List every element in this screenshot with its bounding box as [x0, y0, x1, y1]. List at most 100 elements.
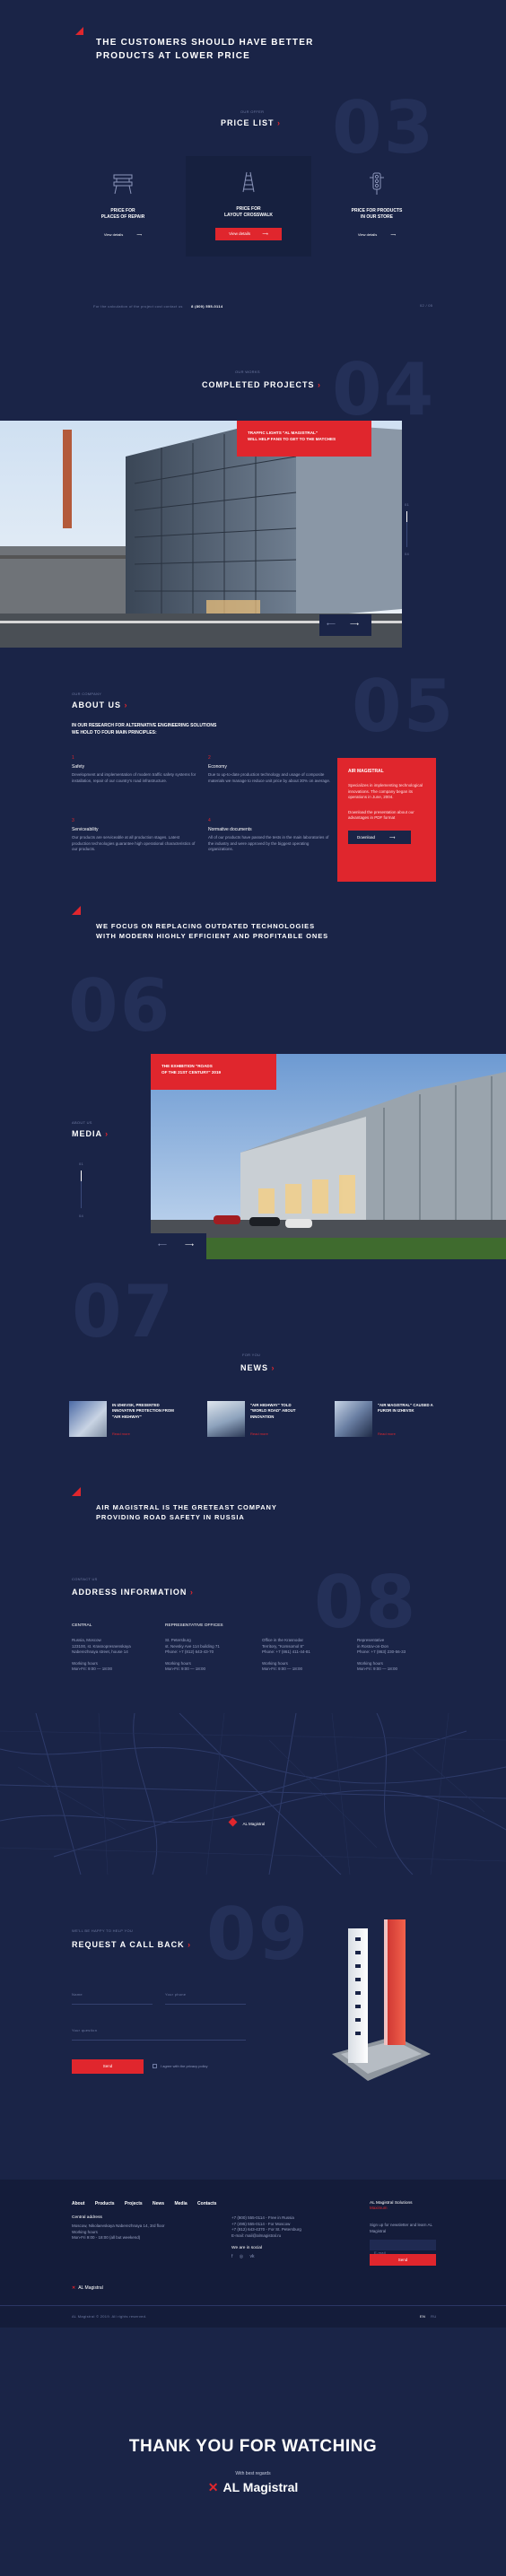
social-icons: f ◎ vk [231, 2254, 348, 2259]
news-more-link[interactable]: Read more [112, 1432, 130, 1436]
card-line2: IN OUR STORE [360, 214, 394, 220]
project-caption: TRAFFIC LIGHTS "AL MAGISTRAL" WILL HELP … [237, 421, 371, 457]
logo-icon: ✕ [72, 2285, 76, 2291]
news-more-link[interactable]: Read more [378, 1432, 396, 1436]
news-more-link[interactable]: Read more [250, 1432, 268, 1436]
lang-ru[interactable]: RU [431, 2314, 436, 2319]
consent-label: I agree with the privacy policy [161, 2064, 208, 2068]
section-number: 05 [352, 665, 456, 748]
price-phone: 8 (800) 555-0114 [191, 304, 223, 309]
media-section: WE FOCUS ON REPLACING OUTDATED TECHNOLOG… [0, 901, 506, 1278]
lang-en[interactable]: EN [420, 2314, 425, 2319]
hero-title-line1: THE CUSTOMERS SHOULD HAVE BETTER [96, 38, 314, 48]
hours-value: Mon-Fri: 9:00 — 18:00 [165, 1667, 206, 1671]
section-title: PRICE LIST › [221, 118, 282, 127]
map-pin-icon [228, 1817, 238, 1827]
copyright: AL Magistral © 2019. All rights reserved… [72, 2314, 147, 2319]
arrow-right-icon[interactable]: ⟶ [350, 621, 359, 628]
address-section: 08 CONTACT US ADDRESS INFORMATION › CENT… [0, 1543, 506, 1884]
hero-title-line2: PRODUCTS AT LOWER PRICE [96, 51, 251, 61]
city-map[interactable] [0, 1713, 506, 1875]
view-details-link[interactable]: View details [104, 232, 123, 237]
slider-counter-bottom: 04 [405, 552, 410, 556]
principle-number: 4 [208, 818, 211, 823]
projects-section: 04 OUR WORKS COMPLETED PROJECTS › TRAFFI… [0, 327, 506, 650]
news-section: 07 FOR YOU NEWS › IN IZHEVSK, PRESENTED … [0, 1270, 506, 1453]
address-column: REPRESENTATIVE OFFICES St. Petersburg st… [165, 1623, 255, 1673]
consent-checkbox[interactable]: I agree with the privacy policy [153, 2064, 208, 2069]
address-line: Mon-Fri 9:00 - 18:00 (all but weekend) [72, 2235, 141, 2240]
footer-nav-products[interactable]: Products [95, 2201, 115, 2206]
arrow-right-icon: ⟶ [389, 834, 396, 840]
price-card-crosswalk[interactable]: PRICE FOR LAYOUT CROSSWALK View details ⟶ [186, 156, 311, 257]
about-card: AIR MAGISTRAL Specializes in implementin… [337, 758, 436, 882]
principle-1: 1 Safety Development and implementation … [72, 755, 197, 784]
hours-value: Mon-Fri: 9:00 — 18:00 [357, 1667, 398, 1671]
arrow-right-icon[interactable]: ⟶ [185, 1241, 194, 1249]
address-line: Phone: +7 (861) 411-44-81 [262, 1649, 310, 1654]
price-card-repair[interactable]: PRICE FOR PLACES OF REPAIR View details ⟶ [78, 160, 168, 249]
slogan-line1: WE FOCUS ON REPLACING OUTDATED TECHNOLOG… [96, 922, 315, 930]
phone-field[interactable]: Your phone [165, 1984, 246, 2005]
view-details-button[interactable]: View details ⟶ [215, 228, 282, 240]
address-head: CENTRAL [72, 1623, 92, 1628]
news-thumb [69, 1401, 107, 1437]
subscribe-email-field[interactable]: E-mail [370, 2240, 436, 2255]
about-card-text2: Download the presentation about our adva… [348, 809, 414, 821]
address-head [262, 1623, 347, 1632]
news-title: "AIR MAGISTRAL" CAUSED A FUROR IN IZHEVS… [378, 1403, 433, 1414]
footer-address: Central address Moscow, Nikolaevskaya Na… [72, 2215, 206, 2241]
price-card-store[interactable]: PRICE FOR PRODUCTS IN OUR STORE View deta… [332, 160, 422, 249]
footer-nav-contacts[interactable]: Contacts [197, 2201, 216, 2206]
principle-title: Normative documents [208, 827, 252, 832]
thanks-title: THANK YOU FOR WATCHING [128, 2437, 378, 2456]
address-column: Office in the Krasnodar Territory, "Koms… [262, 1623, 347, 1673]
address-column: Representative in Rostov-on-Don Phone: +… [357, 1623, 442, 1673]
facebook-icon[interactable]: f [231, 2254, 232, 2259]
view-details-link[interactable]: View details [358, 232, 377, 237]
footer-logo[interactable]: ✕ AL Magistral [72, 2285, 103, 2291]
language-switch: EN RU [420, 2314, 437, 2319]
question-field[interactable]: Your question [72, 2020, 246, 2041]
price-section: 03 OUR OFFER PRICE LIST › PRICE FOR PLACE… [0, 81, 506, 332]
instagram-icon[interactable]: ◎ [240, 2254, 243, 2259]
map-pin[interactable]: AL Magistral [228, 1814, 266, 1830]
news-title: "AIR HIGHWAY" TOLD "WORLD ROAD" ABOUT IN… [250, 1403, 296, 1419]
product-image [332, 1919, 431, 2081]
footer-phones: +7 (800) 555-0114 - Free in Russia +7 (4… [231, 2215, 348, 2259]
send-button[interactable]: Send [72, 2059, 144, 2074]
footer-nav-projects[interactable]: Projects [125, 2201, 143, 2206]
footer-nav-media[interactable]: Media [174, 2201, 187, 2206]
media-caption: THE EXHIBITION "ROADS OF THE 21ST CENTUR… [151, 1054, 276, 1090]
vk-icon[interactable]: vk [250, 2254, 255, 2259]
news-title: IN IZHEVSK, PRESENTED INNOVATIVE PROTECT… [112, 1403, 174, 1419]
phone-placeholder: Your phone [165, 1992, 187, 1997]
mission-line2: PROVIDING ROAD SAFETY IN RUSSIA [96, 1513, 245, 1521]
arrow-left-icon[interactable]: ⟵ [158, 1241, 167, 1249]
section-number: 09 [206, 1893, 310, 1976]
section-kicker: OUR COMPANY [72, 692, 102, 696]
subscribe-button[interactable]: Send [370, 2254, 436, 2266]
section-kicker: ABOUT US [72, 1120, 92, 1125]
download-button[interactable]: Download ⟶ [348, 830, 411, 844]
section-number: 07 [72, 1270, 176, 1353]
arrow-left-icon[interactable]: ⟵ [327, 621, 336, 628]
footer-nav-about[interactable]: About [72, 2201, 84, 2206]
slider-progress-fill [406, 511, 407, 522]
section-kicker: OUR WORKS [235, 370, 260, 374]
principle-number: 2 [208, 755, 211, 761]
slider-progress-track [81, 1171, 82, 1208]
email-line[interactable]: E-mail: mail@almagistral.ru [231, 2233, 348, 2240]
logo-text: AL Magistral [222, 2480, 299, 2494]
project-slider-controls: ⟵ ⟶ [319, 614, 371, 636]
footer-nav-news[interactable]: News [153, 2201, 164, 2206]
map-pin-label: AL Magistral [242, 1822, 266, 1826]
central-label: Central address [72, 2215, 102, 2220]
social-label: We are in social [231, 2246, 263, 2250]
address-head: REPRESENTATIVE OFFICES [165, 1623, 223, 1628]
principle-4: 4 Normative documents All of our product… [208, 818, 334, 853]
logo-text: AL Magistral [78, 2285, 103, 2291]
arrow-right-icon: ⟶ [136, 232, 143, 237]
name-field[interactable]: Name [72, 1984, 153, 2005]
card-line2: LAYOUT CROSSWALK [224, 213, 273, 218]
